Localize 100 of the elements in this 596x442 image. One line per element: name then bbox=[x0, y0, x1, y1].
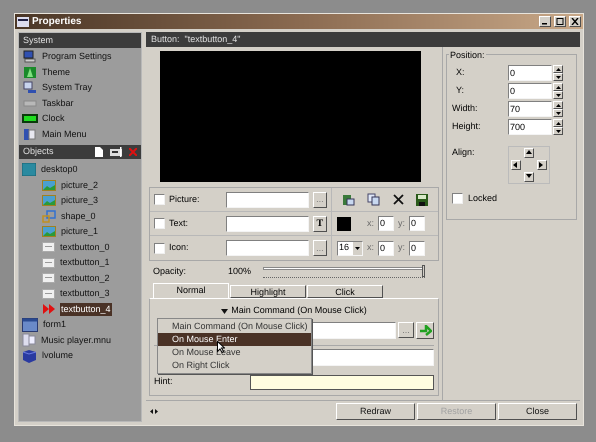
number-field[interactable]: 70 bbox=[508, 101, 552, 117]
text-field[interactable] bbox=[226, 216, 309, 232]
field-label: Height: bbox=[452, 120, 482, 134]
button-icon bbox=[42, 242, 55, 252]
number-field[interactable]: 0 bbox=[508, 83, 552, 99]
apply-button[interactable] bbox=[416, 322, 434, 338]
tree-item[interactable]: Music player.mnu bbox=[40, 334, 112, 347]
tree-item[interactable]: textbutton_0 bbox=[59, 240, 111, 254]
window-icon bbox=[17, 16, 29, 26]
menu-item[interactable]: On Right Click bbox=[158, 359, 311, 372]
close-button[interactable] bbox=[569, 16, 581, 27]
tray-icon bbox=[23, 81, 37, 94]
tree-item[interactable]: shape_0 bbox=[60, 210, 97, 223]
checkbox[interactable] bbox=[154, 242, 165, 254]
tree-item[interactable]: textbutton_4 bbox=[60, 302, 112, 316]
double-arrow-icon bbox=[42, 303, 56, 316]
x-label: x: bbox=[367, 241, 374, 254]
field-label: Y: bbox=[455, 84, 466, 98]
align-pad[interactable] bbox=[508, 146, 550, 184]
number-field[interactable]: 0 bbox=[378, 240, 394, 256]
menu-icon bbox=[23, 128, 37, 141]
window-title: Properties bbox=[32, 15, 82, 29]
checkbox[interactable] bbox=[154, 194, 165, 205]
field-label: Width: bbox=[452, 102, 479, 116]
locked-label: Locked bbox=[468, 192, 498, 205]
menu-item[interactable]: On Mouse Enter bbox=[158, 333, 311, 346]
spin-buttons[interactable] bbox=[553, 119, 563, 135]
copy-icon[interactable] bbox=[367, 193, 380, 206]
spin-buttons[interactable] bbox=[553, 65, 563, 81]
tree-item[interactable]: desktop0 bbox=[40, 163, 79, 176]
opacity-label: Opacity: bbox=[153, 265, 188, 278]
sidebar-item[interactable]: Main Menu bbox=[42, 128, 87, 141]
color-swatch[interactable] bbox=[337, 216, 351, 230]
y-label: y: bbox=[398, 241, 406, 254]
resize-arrows-icon[interactable] bbox=[150, 409, 158, 414]
dropdown-arrow-icon[interactable] bbox=[221, 308, 228, 314]
tab[interactable]: Highlight bbox=[230, 285, 306, 298]
opacity-slider[interactable] bbox=[263, 265, 425, 279]
tree-item[interactable]: picture_1 bbox=[60, 225, 100, 238]
theme-icon bbox=[23, 66, 37, 79]
checkbox[interactable] bbox=[452, 193, 463, 204]
sidebar-item[interactable]: Program Settings bbox=[42, 50, 112, 64]
minimize-button[interactable] bbox=[539, 16, 551, 27]
down-arrow-icon bbox=[556, 94, 560, 96]
picture-field[interactable] bbox=[226, 192, 309, 208]
image-icon bbox=[42, 180, 56, 191]
hint-label: Hint: bbox=[154, 375, 174, 388]
desktop-icon bbox=[22, 163, 36, 176]
hint-field[interactable] bbox=[250, 374, 434, 390]
number-field[interactable]: 0 bbox=[378, 216, 394, 231]
close-icon bbox=[571, 18, 579, 25]
sidebar-item[interactable]: Clock bbox=[42, 112, 65, 126]
maximize-button[interactable] bbox=[554, 16, 566, 27]
document-icon bbox=[22, 333, 36, 348]
tree-item[interactable]: picture_3 bbox=[60, 194, 100, 208]
close-icon[interactable] bbox=[392, 194, 404, 205]
up-arrow-icon bbox=[556, 122, 560, 124]
sidebar-item[interactable]: System Tray bbox=[42, 81, 92, 94]
number-field[interactable]: 700 bbox=[508, 119, 552, 135]
spin-buttons[interactable] bbox=[553, 101, 563, 117]
tab[interactable]: Normal bbox=[153, 283, 229, 298]
number-field[interactable]: 0 bbox=[409, 216, 426, 231]
x-label: x: bbox=[367, 216, 374, 230]
header-bar: Button: "textbutton_4" bbox=[146, 32, 580, 47]
field-label: Picture: bbox=[169, 192, 201, 206]
button-icon bbox=[42, 288, 55, 299]
size-select[interactable]: 16 bbox=[337, 240, 363, 256]
shapes-icon bbox=[42, 210, 56, 223]
icon-field[interactable] bbox=[226, 240, 309, 256]
number-field[interactable]: 0 bbox=[409, 240, 426, 256]
up-arrow-icon bbox=[556, 86, 560, 88]
sidebar-item[interactable]: Taskbar bbox=[42, 96, 74, 110]
tab[interactable]: Click bbox=[307, 285, 383, 298]
tree-item[interactable]: lvolume bbox=[41, 349, 74, 362]
new-document-icon[interactable] bbox=[95, 147, 103, 157]
save-icon[interactable] bbox=[416, 194, 428, 206]
opacity-reading: 100% bbox=[228, 265, 252, 278]
footer-button[interactable]: Redraw bbox=[336, 403, 415, 420]
checkbox[interactable] bbox=[154, 218, 165, 229]
tree-item[interactable]: textbutton_2 bbox=[59, 272, 111, 285]
section-header: System bbox=[19, 33, 141, 48]
arrow-icon bbox=[539, 162, 546, 168]
up-arrow-icon bbox=[556, 104, 560, 106]
number-field[interactable]: 0 bbox=[508, 65, 552, 81]
down-arrow-icon bbox=[556, 76, 560, 78]
paste-icon[interactable] bbox=[342, 193, 356, 206]
footer-button[interactable]: Close bbox=[498, 403, 577, 420]
button-icon bbox=[42, 273, 55, 284]
command-heading[interactable]: Main Command (On Mouse Click) bbox=[231, 304, 367, 318]
align-label: Align: bbox=[452, 146, 476, 159]
sidebar-item[interactable]: Theme bbox=[42, 66, 70, 79]
menu-item[interactable]: Main Command (On Mouse Click) bbox=[158, 320, 311, 333]
maximize-icon bbox=[556, 18, 564, 25]
clock-display-icon bbox=[22, 114, 38, 124]
tree-item[interactable]: textbutton_3 bbox=[59, 287, 111, 300]
font-button[interactable]: T bbox=[312, 216, 327, 232]
tree-item[interactable]: form1 bbox=[42, 318, 68, 332]
tree-item[interactable]: textbutton_1 bbox=[59, 256, 111, 270]
tree-item[interactable]: picture_2 bbox=[60, 178, 100, 192]
spin-buttons[interactable] bbox=[553, 83, 563, 99]
